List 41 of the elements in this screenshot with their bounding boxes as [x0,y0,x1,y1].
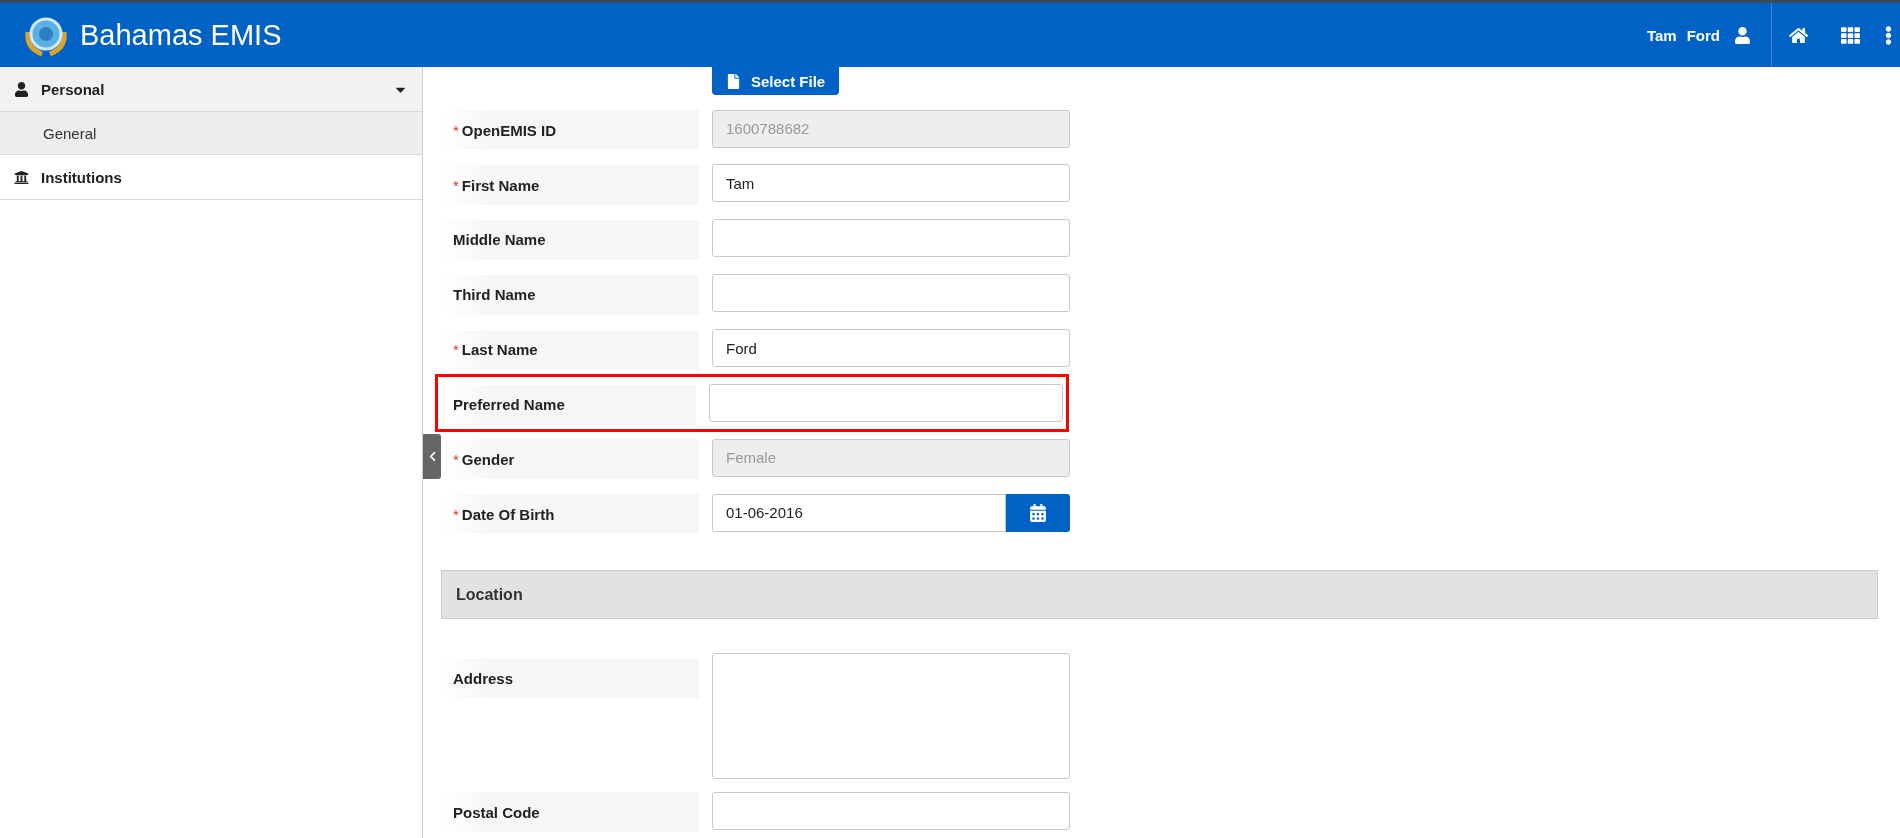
label-text: Preferred Name [453,396,565,414]
user-name: Ford [1686,26,1720,44]
calendar-button[interactable] [1006,493,1070,532]
sidebar-label: Personal [41,80,106,98]
label-text: Postal Code [453,803,540,821]
user-icon [14,81,29,97]
required-mark: * [453,176,459,194]
required-mark: * [453,341,459,359]
textarea-field[interactable] [712,653,1070,780]
file-icon [726,73,741,89]
sidebar-item[interactable]: Personal [0,67,422,112]
required-mark: * [453,450,459,468]
label-text: OpenEMIS ID [461,121,557,139]
sidebar-subitem[interactable]: General [0,112,422,155]
label-text: Middle Name [453,231,546,249]
user-name: Tam [1646,26,1677,44]
calendar-icon [1029,503,1047,522]
label-text: Date Of Birth [461,505,555,523]
required-mark: * [453,505,459,523]
input-field[interactable]: Ford [712,329,1070,368]
collapse-button[interactable] [423,434,441,479]
input-field[interactable] [712,219,1070,258]
date-field[interactable]: 01-06-2016 [712,493,1006,532]
label-text: Third Name [453,286,536,304]
label-text: Gender [461,450,515,468]
sidebar-label: Institutions [41,168,123,186]
required-mark: * [453,121,459,139]
app-title: Bahamas EMIS [80,18,282,52]
label-text: Last Name [461,341,538,359]
input-field[interactable] [709,384,1063,422]
home-icon [1788,25,1808,45]
label-text: First Name [461,176,540,194]
input-field[interactable] [712,791,1070,830]
input-field[interactable] [712,274,1070,313]
section-header: Location [441,570,1878,620]
user-icon [1734,26,1751,44]
label-text: Address [453,669,514,687]
bank-icon [14,169,29,185]
grid-icon [1840,25,1860,45]
select-file-button[interactable]: Select File [712,67,840,96]
input-field[interactable]: Tam [712,164,1070,203]
